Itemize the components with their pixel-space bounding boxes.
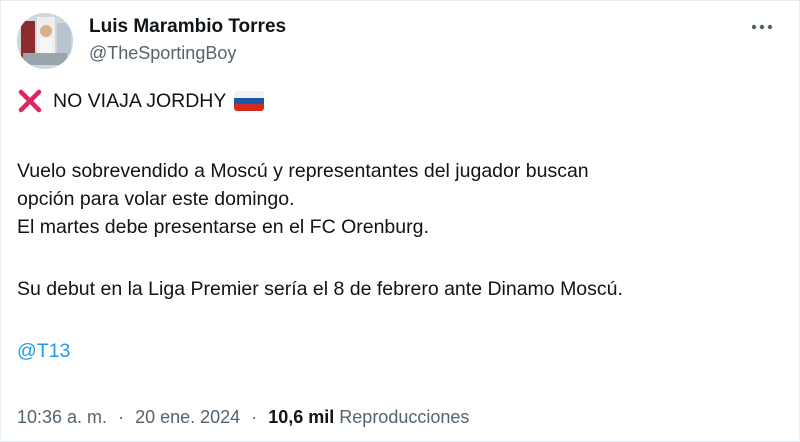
mention-link[interactable]: @T13 xyxy=(17,337,70,365)
tweet-text-line: Vuelo sobrevendido a Moscú y representan… xyxy=(17,160,589,182)
author-handle[interactable]: @TheSportingBoy xyxy=(89,41,286,65)
tweet-meta: 10:36 a. m. · 20 ene. 2024 · 10,6 mil Re… xyxy=(17,405,469,429)
tweet-header: Luis Marambio Torres @TheSportingBoy xyxy=(17,11,783,71)
tweet-text-line: opción para volar este domingo. xyxy=(17,188,295,210)
meta-separator: · xyxy=(251,407,258,427)
tweet-text: NO VIAJA JORDHY Vuelo sobrevendido a Mos… xyxy=(17,87,785,365)
more-options-button[interactable] xyxy=(749,17,775,37)
cross-mark-icon xyxy=(17,88,43,114)
tweet-date[interactable]: 20 ene. 2024 xyxy=(135,407,240,427)
tweet-card: Luis Marambio Torres @TheSportingBoy NO … xyxy=(0,0,800,442)
profile-photo-icon xyxy=(17,13,73,69)
tweet-text-line: Su debut en la Liga Premier sería el 8 d… xyxy=(17,278,623,300)
tweet-text-line: El martes debe presentarse en el FC Oren… xyxy=(17,216,429,238)
avatar[interactable] xyxy=(17,13,73,69)
tweet-time[interactable]: 10:36 a. m. xyxy=(17,407,107,427)
russia-flag-icon xyxy=(234,91,265,111)
more-horizontal-icon xyxy=(751,24,773,30)
author-display-name[interactable]: Luis Marambio Torres xyxy=(89,15,286,39)
views-label: Reproducciones xyxy=(339,407,470,427)
tweet-headline: NO VIAJA JORDHY xyxy=(53,90,227,112)
views-count[interactable]: 10,6 mil xyxy=(268,407,334,427)
meta-separator: · xyxy=(118,407,125,427)
author-names: Luis Marambio Torres @TheSportingBoy xyxy=(89,15,286,65)
tweet-headline-line: NO VIAJA JORDHY xyxy=(17,87,785,115)
